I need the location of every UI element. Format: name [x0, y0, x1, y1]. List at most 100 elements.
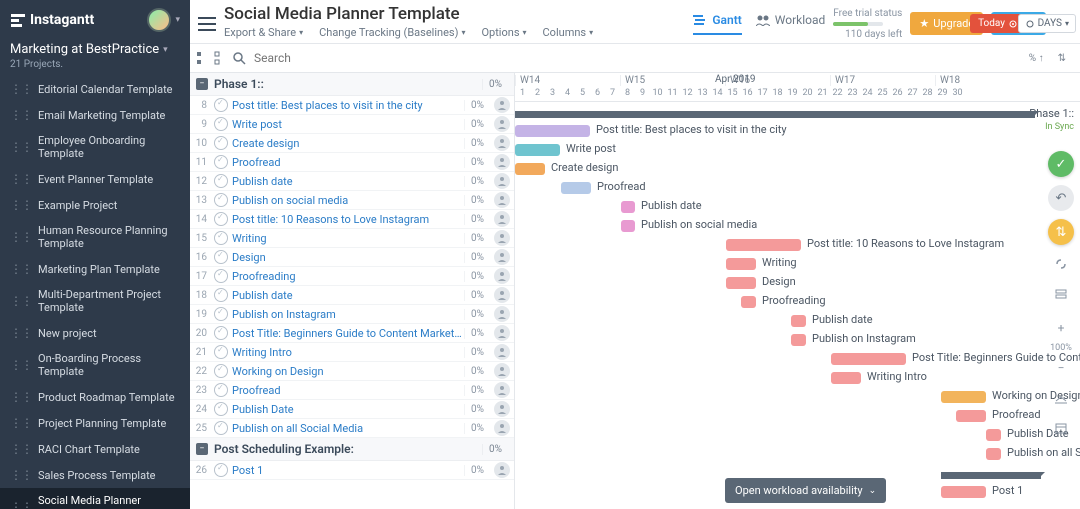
- sidebar-item[interactable]: ⋮⋮RACI Chart Template: [0, 436, 190, 462]
- gantt-bar[interactable]: [726, 239, 801, 251]
- gantt-bar[interactable]: [621, 220, 635, 232]
- page-menu-item[interactable]: Columns▾: [543, 26, 594, 39]
- tab-workload[interactable]: Workload: [756, 13, 826, 35]
- task-checkbox[interactable]: [214, 269, 228, 283]
- assignee-placeholder[interactable]: [494, 462, 510, 478]
- brand-logo[interactable]: Instagantt: [10, 12, 94, 28]
- task-name[interactable]: Write post: [232, 118, 464, 131]
- gantt-bar[interactable]: [726, 258, 756, 270]
- zoom-unit-select[interactable]: DAYS ▾: [1018, 14, 1076, 33]
- gantt-bar[interactable]: [941, 486, 986, 498]
- sidebar-item[interactable]: ⋮⋮Event Planner Template: [0, 166, 190, 192]
- task-checkbox[interactable]: [214, 402, 228, 416]
- task-name[interactable]: Working on Design: [232, 365, 464, 378]
- group-bar[interactable]: [941, 472, 1041, 479]
- task-name[interactable]: Post title: Best places to visit in the …: [232, 99, 464, 112]
- assignee-placeholder[interactable]: [494, 363, 510, 379]
- task-name[interactable]: Post 1: [232, 464, 464, 477]
- task-name[interactable]: Design: [232, 251, 464, 264]
- assignee-placeholder[interactable]: [494, 154, 510, 170]
- task-checkbox[interactable]: [214, 193, 228, 207]
- task-checkbox[interactable]: [214, 421, 228, 435]
- page-menu-item[interactable]: Change Tracking (Baselines)▾: [319, 26, 465, 39]
- sidebar-item[interactable]: ⋮⋮Human Resource Planning Template: [0, 218, 190, 256]
- group-row[interactable]: −Phase 1::0%: [190, 73, 514, 96]
- menu-icon[interactable]: [198, 17, 216, 31]
- gantt-bar[interactable]: [831, 372, 861, 384]
- task-checkbox[interactable]: [214, 326, 228, 340]
- task-row[interactable]: 9 Write post 0%: [190, 115, 514, 134]
- undo-button[interactable]: ↶: [1048, 185, 1074, 211]
- task-checkbox[interactable]: [214, 345, 228, 359]
- collapse-icon[interactable]: −: [196, 443, 208, 455]
- task-row[interactable]: 8 Post title: Best places to visit in th…: [190, 96, 514, 115]
- collapse-icon[interactable]: −: [196, 78, 208, 90]
- zoom-out[interactable]: −: [1050, 357, 1072, 379]
- task-name[interactable]: Writing Intro: [232, 346, 464, 359]
- workload-availability-button[interactable]: Open workload availability ⌄: [725, 478, 886, 503]
- task-checkbox[interactable]: [214, 231, 228, 245]
- assignee-placeholder[interactable]: [494, 382, 510, 398]
- sidebar-item[interactable]: ⋮⋮Multi-Department Project Template: [0, 282, 190, 320]
- task-name[interactable]: Create design: [232, 137, 464, 150]
- task-name[interactable]: Publish on all Social Media: [232, 422, 464, 435]
- task-row[interactable]: 14 Post title: 10 Reasons to Love Instag…: [190, 210, 514, 229]
- sidebar-item[interactable]: ⋮⋮Email Marketing Template: [0, 102, 190, 128]
- task-row[interactable]: 20 Post Title: Beginners Guide to Conten…: [190, 324, 514, 343]
- task-checkbox[interactable]: [214, 212, 228, 226]
- task-checkbox[interactable]: [214, 174, 228, 188]
- task-row[interactable]: 21 Writing Intro 0%: [190, 343, 514, 362]
- task-checkbox[interactable]: [214, 136, 228, 150]
- task-name[interactable]: Proofread: [232, 156, 464, 169]
- sidebar-item[interactable]: ⋮⋮Project Planning Template: [0, 410, 190, 436]
- task-row[interactable]: 23 Proofread 0%: [190, 381, 514, 400]
- task-row[interactable]: 12 Publish date 0%: [190, 172, 514, 191]
- sidebar-item[interactable]: ⋮⋮Marketing Plan Template: [0, 256, 190, 282]
- task-checkbox[interactable]: [214, 288, 228, 302]
- sidebar-item[interactable]: ⋮⋮Employee Onboarding Template: [0, 128, 190, 166]
- assignee-placeholder[interactable]: [494, 230, 510, 246]
- task-name[interactable]: Publish date: [232, 175, 464, 188]
- expand-all-icon[interactable]: [196, 51, 210, 65]
- page-menu-item[interactable]: Options▾: [481, 26, 526, 39]
- task-checkbox[interactable]: [214, 98, 228, 112]
- gantt-bar[interactable]: [561, 182, 591, 194]
- assignee-placeholder[interactable]: [494, 135, 510, 151]
- group-row[interactable]: −Post Scheduling Example:0%: [190, 438, 514, 461]
- task-row[interactable]: 10 Create design 0%: [190, 134, 514, 153]
- tab-gantt[interactable]: Gantt: [693, 13, 741, 35]
- gantt-bar[interactable]: [726, 277, 756, 289]
- task-name[interactable]: Publish on Instagram: [232, 308, 464, 321]
- task-name[interactable]: Publish Date: [232, 403, 464, 416]
- task-checkbox[interactable]: [214, 155, 228, 169]
- chevron-down-icon[interactable]: ▾: [175, 15, 180, 25]
- gantt-bar[interactable]: [741, 296, 756, 308]
- assignee-placeholder[interactable]: [494, 211, 510, 227]
- gantt-bar[interactable]: [621, 201, 635, 213]
- task-checkbox[interactable]: [214, 117, 228, 131]
- gantt-bar[interactable]: [986, 429, 1001, 441]
- sync-ok-button[interactable]: ✓: [1048, 151, 1074, 177]
- sidebar-item[interactable]: ⋮⋮New project: [0, 320, 190, 346]
- assignee-placeholder[interactable]: [494, 344, 510, 360]
- layers-tool[interactable]: [1050, 283, 1072, 305]
- task-checkbox[interactable]: [214, 463, 228, 477]
- assignee-placeholder[interactable]: [494, 173, 510, 189]
- assignee-placeholder[interactable]: [494, 420, 510, 436]
- task-row[interactable]: 18 Publish date 0%: [190, 286, 514, 305]
- assignee-placeholder[interactable]: [494, 268, 510, 284]
- gantt-body[interactable]: Phase 1:: In Sync Post title: Best place…: [515, 102, 1080, 509]
- bookmark-tool[interactable]: [1050, 387, 1072, 409]
- gantt-bar[interactable]: [986, 448, 1001, 460]
- task-row[interactable]: 25 Publish on all Social Media 0%: [190, 419, 514, 438]
- task-row[interactable]: 11 Proofread 0%: [190, 153, 514, 172]
- task-row[interactable]: 17 Proofreading 0%: [190, 267, 514, 286]
- sidebar-item[interactable]: ⋮⋮Product Roadmap Template: [0, 384, 190, 410]
- assignee-placeholder[interactable]: [494, 192, 510, 208]
- task-row[interactable]: 22 Working on Design 0%: [190, 362, 514, 381]
- page-menu-item[interactable]: Export & Share▾: [224, 26, 303, 39]
- search-input[interactable]: [250, 48, 370, 68]
- link-tool[interactable]: [1050, 253, 1072, 275]
- task-name[interactable]: Writing: [232, 232, 464, 245]
- task-name[interactable]: Proofread: [232, 384, 464, 397]
